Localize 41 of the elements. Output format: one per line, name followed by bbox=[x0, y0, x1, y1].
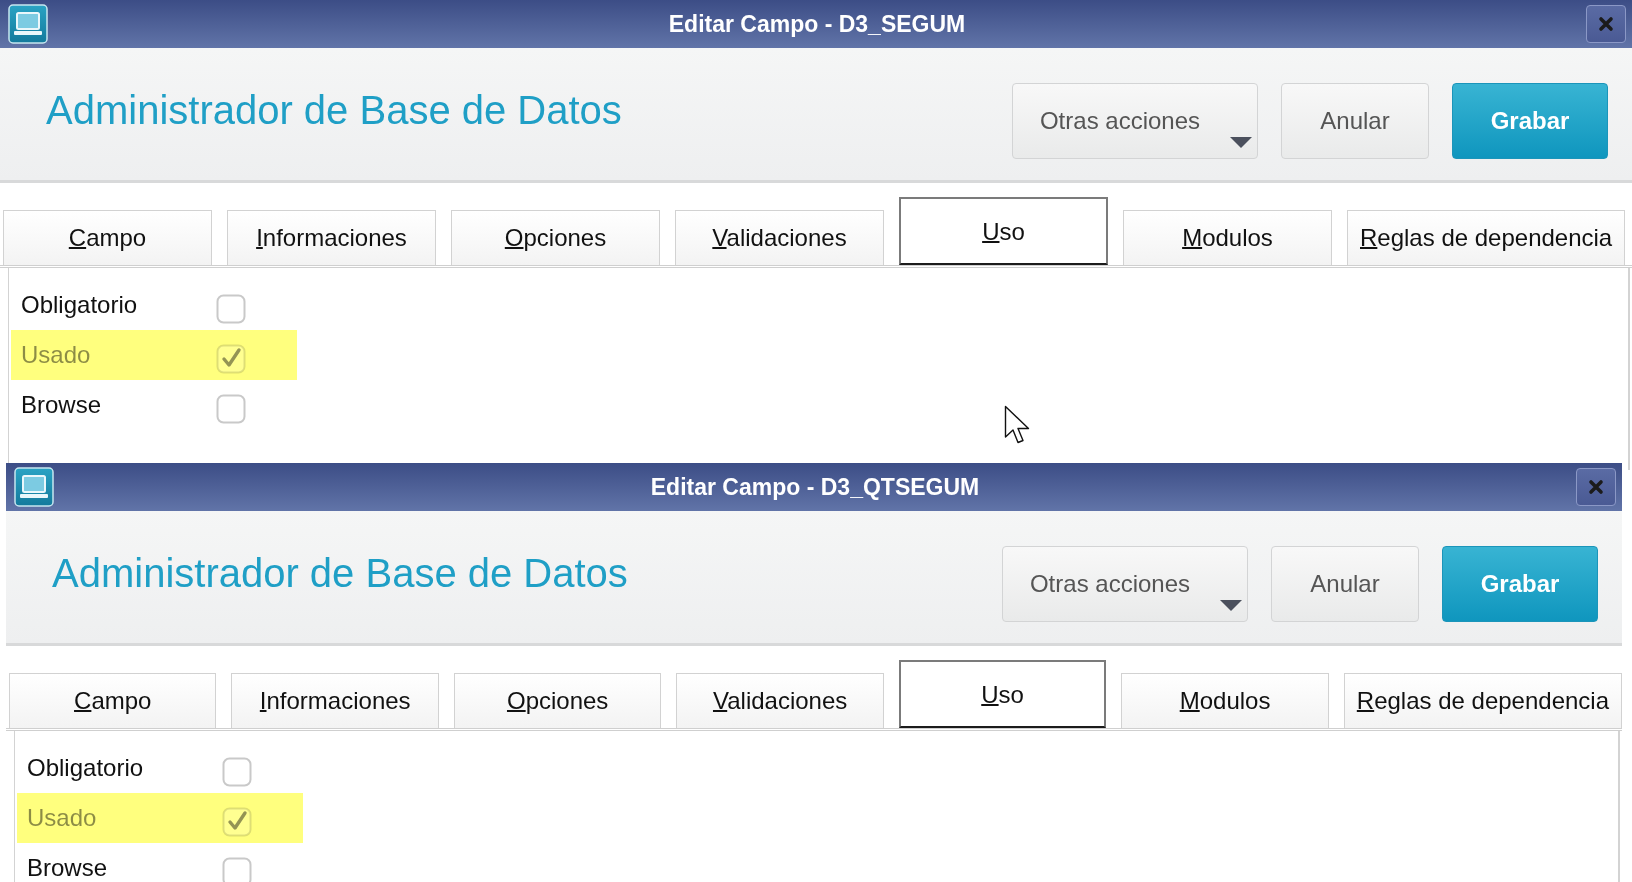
tab[interactable]: Uso bbox=[899, 197, 1108, 265]
tab[interactable]: Opciones bbox=[453, 673, 662, 728]
close-button[interactable] bbox=[1576, 468, 1616, 506]
actions-menu-button[interactable]: Otras acciones bbox=[1012, 83, 1258, 159]
laptop-icon bbox=[14, 467, 54, 507]
close-button[interactable] bbox=[1586, 5, 1626, 43]
tab[interactable]: Informaciones bbox=[227, 210, 436, 265]
field-label: Obligatorio bbox=[27, 754, 145, 782]
tab[interactable]: Validaciones bbox=[676, 673, 884, 728]
close-icon bbox=[1598, 16, 1614, 32]
checkbox[interactable] bbox=[222, 757, 252, 787]
tab[interactable]: Informaciones bbox=[231, 673, 439, 728]
caret-icon bbox=[1220, 600, 1242, 611]
cancel-button[interactable]: Anular bbox=[1281, 83, 1429, 159]
tab[interactable]: Reglas de dependencia bbox=[1343, 673, 1622, 728]
tab[interactable]: Uso bbox=[898, 660, 1107, 728]
field-label: Browse bbox=[21, 391, 103, 419]
tab[interactable]: Campo bbox=[9, 673, 217, 728]
close-icon bbox=[1588, 479, 1604, 495]
tab[interactable]: Campo bbox=[3, 210, 212, 265]
mouse-pointer-icon bbox=[1004, 405, 1031, 445]
app-heading: Administrador de Base de Datos bbox=[46, 88, 623, 133]
field-label: Usado bbox=[21, 341, 92, 369]
actions-menu-button[interactable]: Otras acciones bbox=[1002, 546, 1248, 622]
checkbox[interactable] bbox=[216, 294, 246, 324]
cancel-button[interactable]: Anular bbox=[1271, 546, 1419, 622]
window-title: Editar Campo - D3_QTSEGUM bbox=[649, 473, 981, 501]
tab[interactable]: Modulos bbox=[1123, 210, 1332, 265]
window-title: Editar Campo - D3_SEGUM bbox=[667, 10, 967, 38]
tab[interactable]: Reglas de dependencia bbox=[1347, 210, 1626, 265]
app-heading: Administrador de Base de Datos bbox=[52, 551, 629, 596]
laptop-icon bbox=[8, 4, 48, 44]
field-label: Obligatorio bbox=[21, 291, 139, 319]
caret-icon bbox=[1230, 137, 1252, 148]
tab[interactable]: Modulos bbox=[1121, 673, 1329, 728]
checkbox[interactable] bbox=[216, 394, 246, 424]
field-label: Browse bbox=[27, 854, 109, 882]
field-label: Usado bbox=[27, 804, 98, 832]
checkbox[interactable] bbox=[222, 857, 252, 882]
tab[interactable]: Validaciones bbox=[675, 210, 884, 265]
tab[interactable]: Opciones bbox=[451, 210, 660, 265]
